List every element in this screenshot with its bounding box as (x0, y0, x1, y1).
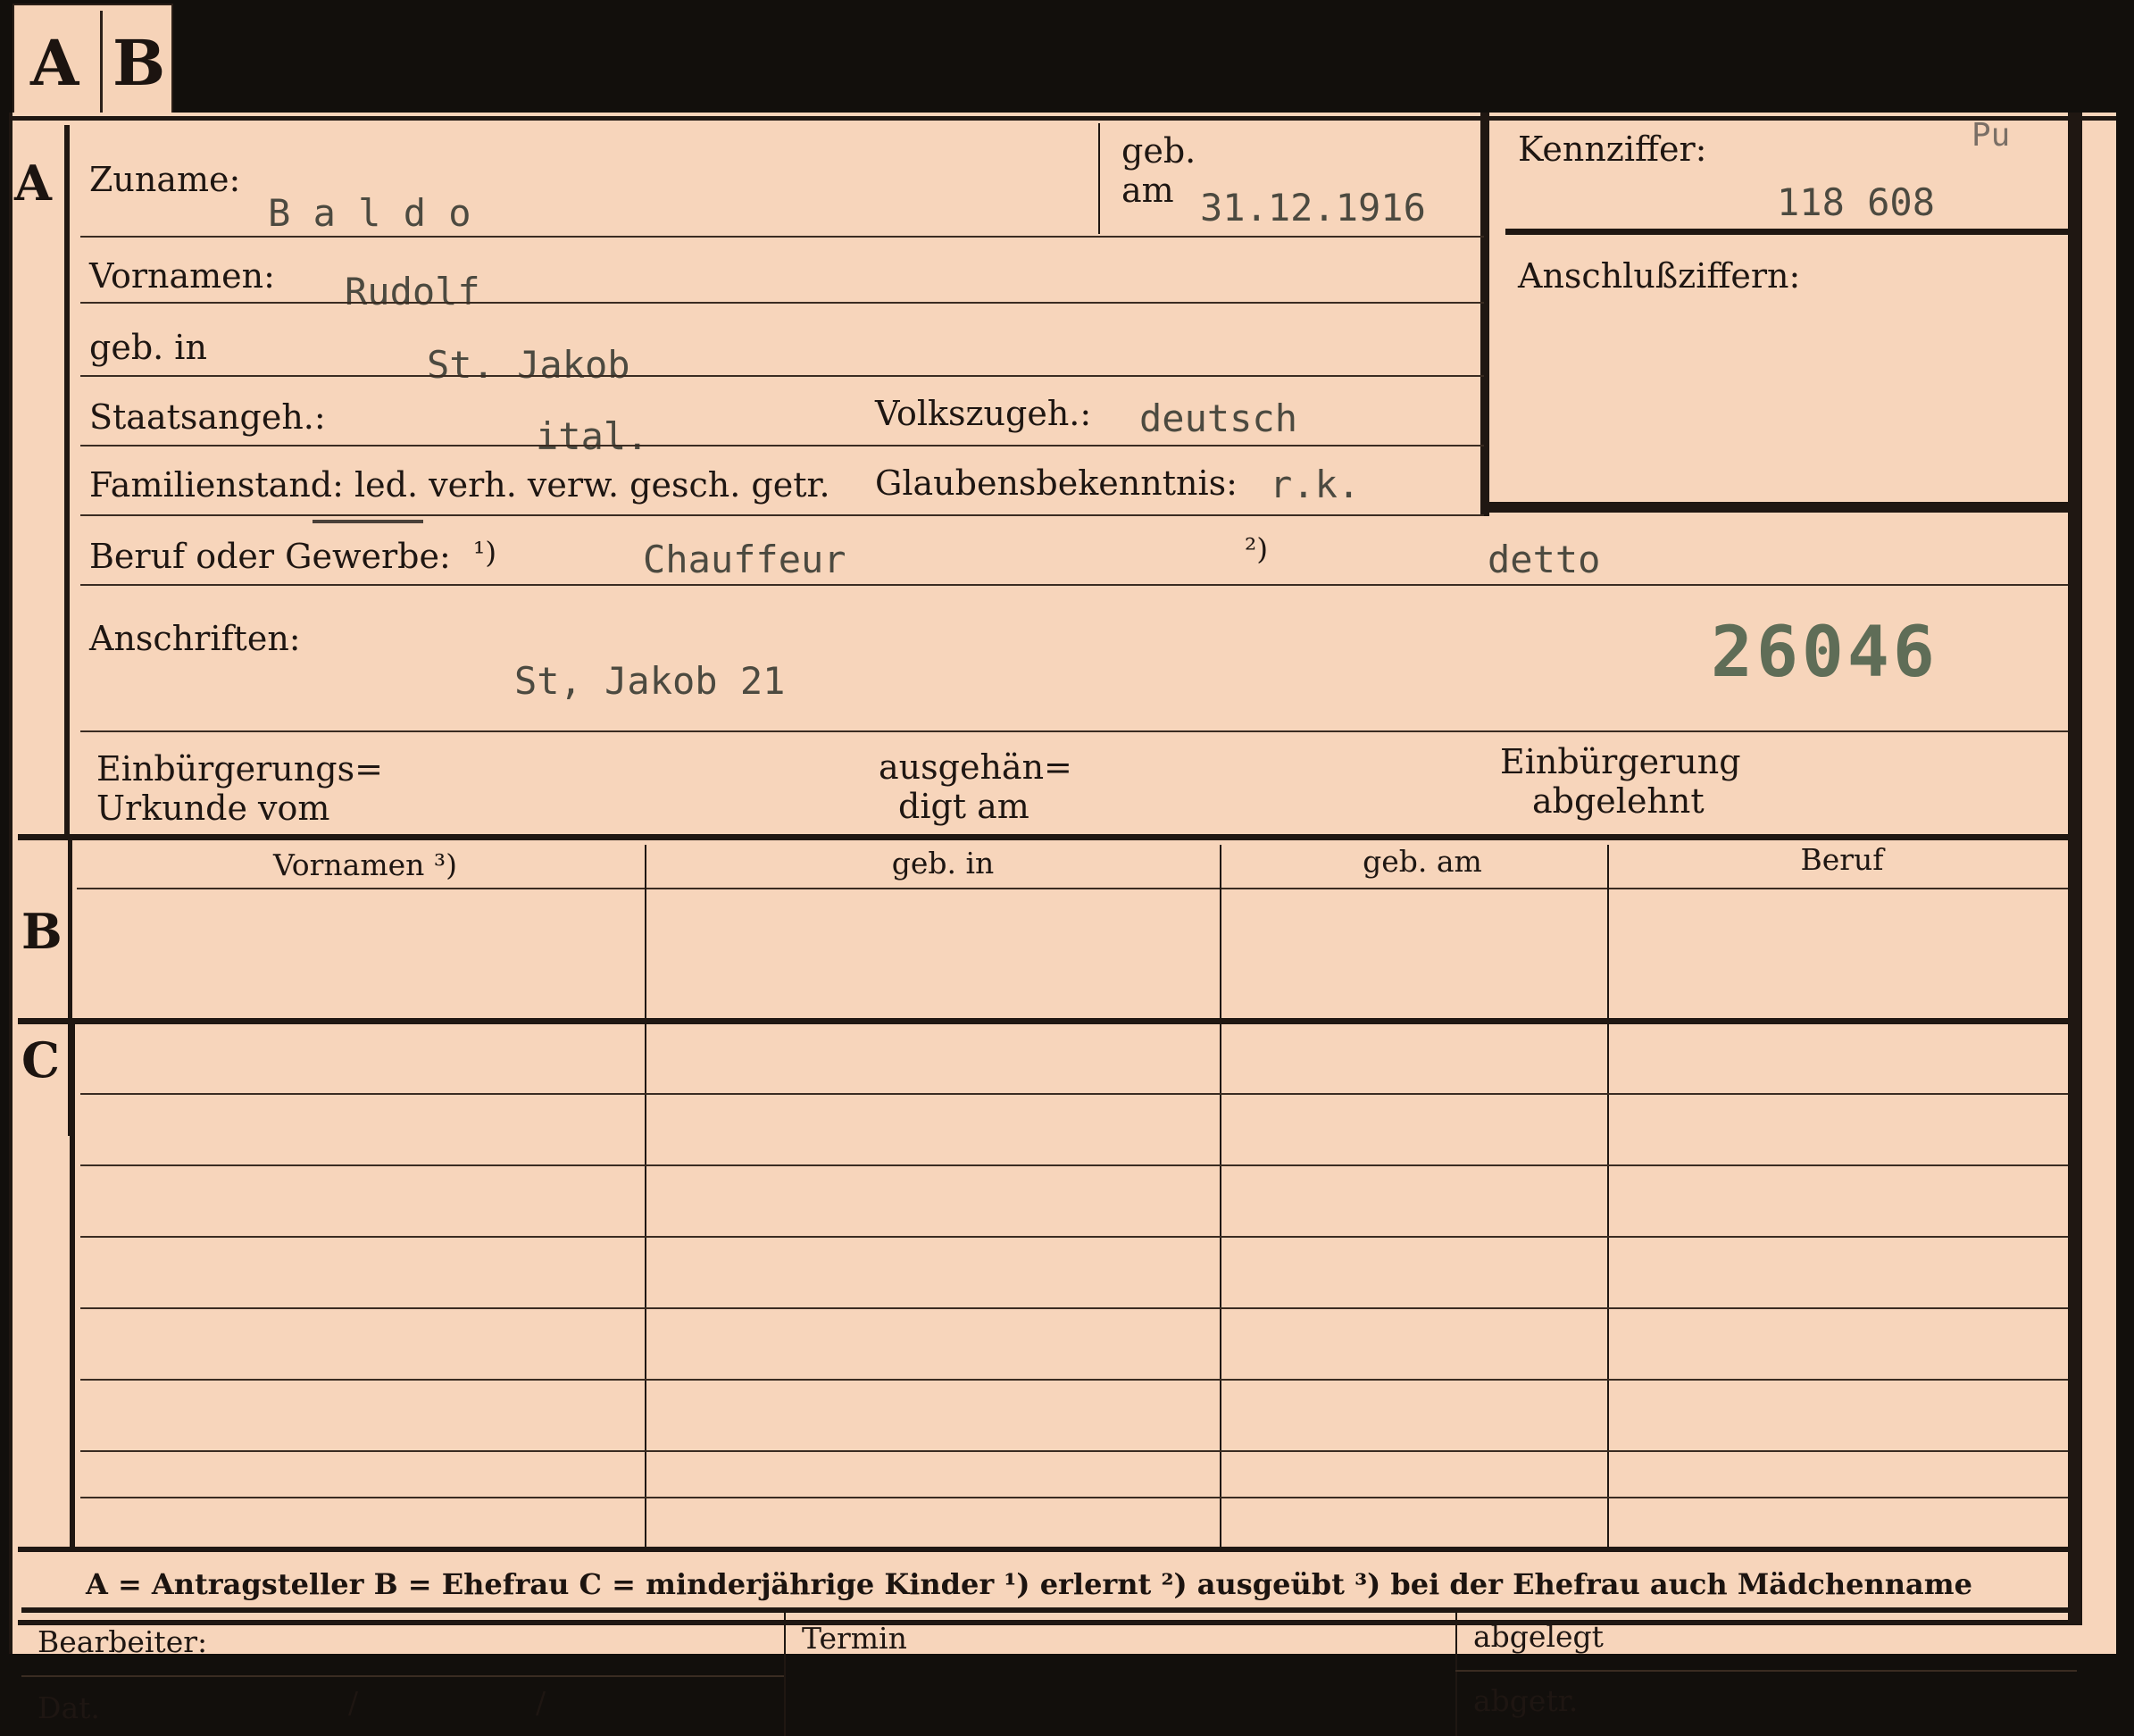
tab-divider (100, 11, 103, 116)
staatsangeh-line (80, 445, 1484, 447)
bearbeiter-label: Bearbeiter: (38, 1624, 208, 1659)
stamp-number: 26046 (1711, 613, 1938, 693)
section-b-bottom (18, 1018, 2077, 1024)
volkszugeh-label: Volkszugeh.: (875, 394, 1092, 433)
bearbeiter-line (21, 1675, 784, 1677)
glaubensbekenntnis-value: r.k. (1270, 463, 1361, 506)
kennziffer-label: Kennziffer: (1518, 129, 1707, 169)
beruf-line (80, 584, 2068, 586)
col-divider-1 (645, 845, 646, 1550)
section-c-line-5 (80, 1379, 2068, 1381)
geb-am-divider (1098, 123, 1100, 234)
legend-text: A = Antragsteller B = Ehefrau C = minder… (86, 1567, 1972, 1601)
familienstand-underline (313, 520, 423, 523)
ausgehaen-label-2: digt am (898, 787, 1029, 826)
section-c-line-4 (80, 1307, 2068, 1309)
zuname-line (80, 236, 1484, 238)
kennziffer-value: 118 608 (1777, 180, 1936, 224)
kennziffer-divider (1505, 229, 2068, 235)
termin-label: Termin (802, 1621, 907, 1656)
kennziffer-note: Pu (1971, 117, 2011, 154)
tab-letter-a: A (30, 26, 79, 100)
abgelegt-line (1455, 1670, 2077, 1672)
registration-card: A Kennziffer: Pu 118 608 Anschlußziffern… (9, 113, 2116, 1736)
section-c-line-6 (80, 1450, 2068, 1452)
vornamen-value: Rudolf (345, 270, 480, 313)
legend-bottom-line (21, 1607, 2077, 1613)
geb-in-value: St. Jakob (427, 343, 630, 387)
section-b-letter: B (21, 903, 63, 960)
section-a-bottom (18, 834, 2077, 840)
beruf-note-1: ¹) (473, 535, 497, 570)
left-border (9, 113, 13, 1654)
anschriften-line (80, 730, 2068, 732)
kennziffer-box-bottom (1482, 502, 2068, 513)
ausgehaen-label-1: ausgehän= (879, 747, 1072, 787)
vornamen-line (80, 302, 1484, 304)
familienstand-label: Familienstand: led. verh. verw. gesch. g… (89, 465, 830, 505)
section-a-left-line (64, 125, 70, 839)
section-c-line-1 (80, 1093, 2068, 1095)
beruf-ausgeuebt-value: detto (1488, 538, 1601, 581)
abgetr-label: abgetr. (1473, 1683, 1579, 1718)
familienstand-line (80, 514, 1484, 516)
col-divider-2 (1220, 845, 1221, 1550)
top-border (9, 116, 2116, 121)
beruf-erlernt-value: Chauffeur (643, 538, 846, 581)
anschlussziffern-label: Anschlußziffern: (1518, 256, 1801, 296)
einbuergerungs-label-2: Urkunde vom (96, 789, 330, 828)
col-header-vornamen: Vornamen ³) (272, 847, 458, 882)
zuname-label: Zuname: (89, 160, 241, 199)
geb-in-label: geb. in (89, 328, 207, 367)
section-c-line-2 (80, 1164, 2068, 1166)
section-a-letter: A (14, 154, 52, 212)
einbuergerung-label-1: Einbürgerung (1500, 742, 1741, 781)
section-c-letter: C (21, 1031, 60, 1089)
abgelegt-label: abgelegt (1473, 1619, 1604, 1654)
anschrift-value: St, Jakob 21 (514, 659, 786, 703)
footer-divider-1 (784, 1611, 786, 1736)
page: A B A Kennziffer: Pu 118 608 Anschlußzif… (0, 0, 2134, 1736)
geb-am-value: 31.12.1916 (1200, 186, 1426, 230)
footer-divider-2 (1455, 1611, 1457, 1736)
beruf-label: Beruf oder Gewerbe: (89, 537, 451, 576)
col-divider-3 (1607, 845, 1609, 1550)
col-header-geb-in: geb. in (891, 846, 995, 881)
dat-label: Dat. (38, 1690, 100, 1725)
section-b-header-line (77, 888, 2068, 889)
legend-top-line (18, 1547, 2077, 1552)
beruf-note-2: ²) (1245, 531, 1269, 566)
index-tab: A B (13, 4, 173, 123)
glaubensbekenntnis-label: Glaubensbekenntnis: (875, 463, 1238, 503)
staatsangeh-label: Staatsangeh.: (89, 397, 326, 437)
col-header-beruf: Beruf (1800, 842, 1884, 877)
zuname-value: B a l d o (268, 191, 471, 235)
kennziffer-box-left (1480, 113, 1489, 516)
geb-label: geb. (1121, 131, 1196, 171)
am-label: am (1121, 171, 1174, 210)
dat-slash-2: / (536, 1685, 546, 1720)
col-header-geb-am: geb. am (1363, 844, 1482, 879)
dat-slash-1: / (348, 1685, 359, 1720)
section-c-left-line (70, 1022, 75, 1550)
einbuergerung-label-2: abgelehnt (1532, 781, 1705, 821)
section-c-line-7 (80, 1497, 2068, 1498)
einbuergerungs-label-1: Einbürgerungs= (96, 749, 383, 789)
staatsangeh-value: ital. (536, 414, 649, 458)
tab-letter-b: B (113, 26, 166, 100)
geb-in-line (80, 375, 1484, 377)
vornamen-label: Vornamen: (89, 256, 275, 296)
section-c-line-3 (80, 1236, 2068, 1238)
right-border (2068, 113, 2082, 1622)
volkszugeh-value: deutsch (1139, 396, 1298, 440)
bottom-border (18, 1620, 2082, 1625)
anschriften-label: Anschriften: (89, 619, 301, 658)
